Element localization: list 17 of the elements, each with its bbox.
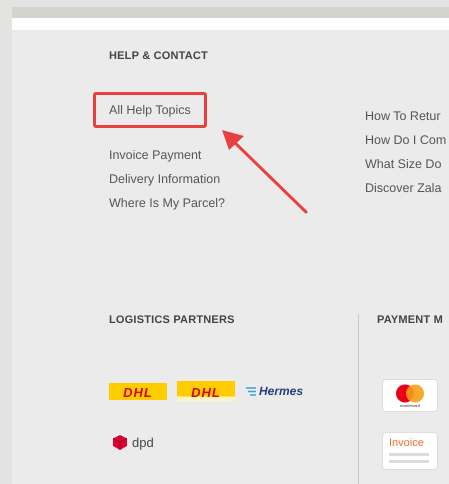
help-link[interactable]: Where Is My Parcel? (93, 191, 242, 215)
help-link[interactable]: Invoice Payment (93, 143, 218, 167)
help-link[interactable]: All Help Topics (93, 92, 207, 128)
dhl-logo: DHL (109, 382, 167, 400)
help-link[interactable]: Delivery Information (93, 167, 236, 191)
dpd-logo: dpd (113, 435, 154, 450)
help-link[interactable]: How Do I Com (365, 128, 446, 152)
help-link[interactable]: How To Retur (365, 104, 440, 128)
section-heading: HELP & CONTACT (109, 50, 209, 62)
invoice-card: Invoice (382, 432, 438, 470)
section-heading: PAYMENT M (377, 314, 443, 326)
circles-logo (395, 384, 425, 402)
hermes-logo: Hermes (245, 384, 304, 398)
help-link[interactable]: What Size Do (365, 152, 442, 176)
dhl-express-logo: DHL (177, 381, 235, 401)
help-link[interactable]: Discover Zala (365, 176, 442, 200)
section-heading: LOGISTICS PARTNERS (109, 314, 236, 326)
